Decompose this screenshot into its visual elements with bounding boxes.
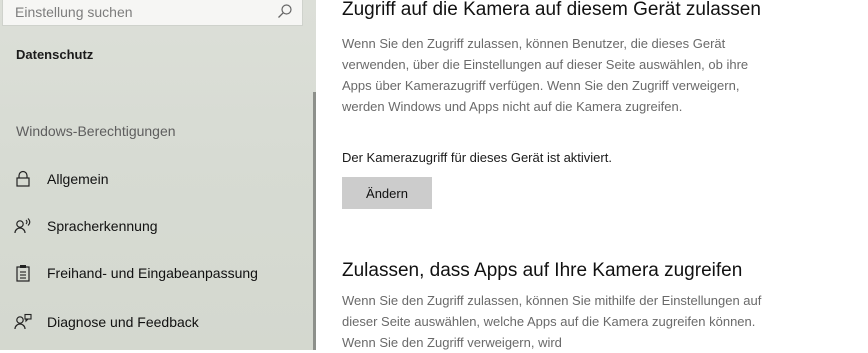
app-camera-access-heading: Zulassen, dass Apps auf Ihre Kamera zugr… <box>342 260 743 281</box>
search-icon[interactable] <box>277 3 293 19</box>
sidebar-item-diagnose[interactable]: Diagnose und Feedback <box>0 302 303 342</box>
section-title: Datenschutz <box>16 47 94 62</box>
main-content: Zugriff auf die Kamera auf diesem Gerät … <box>316 0 868 350</box>
sidebar-item-label: Spracherkennung <box>47 218 158 234</box>
sidebar-item-allgemein[interactable]: Allgemein <box>0 159 303 199</box>
camera-device-access-heading: Zugriff auf die Kamera auf diesem Gerät … <box>342 0 761 20</box>
camera-device-access-description: Wenn Sie den Zugriff zulassen, können Be… <box>342 36 749 114</box>
sidebar-item-freihand[interactable]: Freihand- und Eingabeanpassung <box>0 253 303 293</box>
search-input[interactable] <box>13 1 267 23</box>
speech-icon <box>14 217 32 235</box>
sidebar-item-label: Allgemein <box>47 171 109 187</box>
group-title: Windows-Berechtigungen <box>16 123 176 139</box>
person-feedback-icon <box>14 313 32 331</box>
sidebar-item-label: Freihand- und Eingabeanpassung <box>47 265 258 281</box>
sidebar-item-label: Diagnose und Feedback <box>47 314 199 330</box>
sidebar-item-spracherkennung[interactable]: Spracherkennung <box>0 206 303 246</box>
clipboard-icon <box>14 264 32 282</box>
search-box[interactable] <box>2 0 303 26</box>
sidebar: Datenschutz Windows-Berechtigungen Allge… <box>0 0 316 350</box>
change-button[interactable]: Ändern <box>342 177 432 209</box>
camera-access-status: Der Kamerazugriff für dieses Gerät ist a… <box>342 150 612 165</box>
lock-icon <box>14 170 32 188</box>
app-camera-access-description: Wenn Sie den Zugriff zulassen, können Si… <box>342 293 762 350</box>
